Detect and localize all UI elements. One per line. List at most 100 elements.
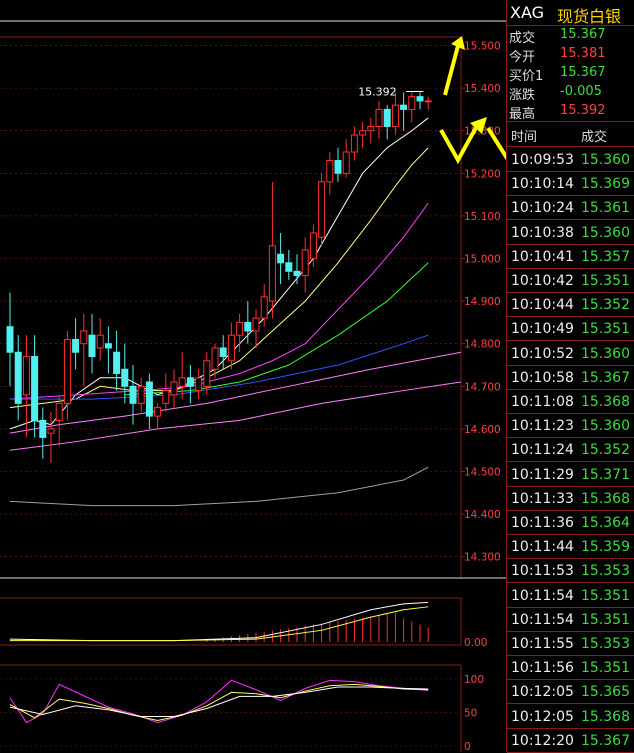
tick-price: 15.351 — [581, 273, 630, 289]
tick-price: 15.351 — [581, 587, 630, 604]
y-tick-label: 14.700 — [464, 381, 501, 393]
tick-price: 15.360 — [581, 418, 630, 435]
tick-price: 15.368 — [581, 708, 630, 725]
tick-row: 10:11:24 15.352 — [507, 438, 634, 463]
divider — [507, 146, 634, 147]
candle-body — [31, 355, 39, 421]
quote-row: 今开 15.381 — [509, 46, 633, 65]
quote-label: 最高 — [509, 107, 536, 122]
tick-time: 10:12:05 — [511, 684, 574, 701]
y-tick-label: 14.600 — [464, 424, 501, 436]
tick-time: 10:10:58 — [511, 369, 574, 386]
tick-time: 10:11:29 — [511, 466, 574, 483]
high-annotation: 15.392 — [358, 86, 397, 99]
y-tick-label: 14.300 — [464, 552, 501, 564]
candle-body — [359, 130, 367, 136]
tick-price: 15.369 — [581, 176, 630, 193]
quote-label: 买价1 — [509, 69, 544, 84]
quote-value: 15.367 — [560, 27, 606, 42]
quote-row: 买价1 15.367 — [509, 65, 633, 84]
candle-body — [350, 134, 358, 153]
candle-body — [88, 334, 96, 357]
tick-price: 15.360 — [581, 152, 630, 168]
candle-body — [129, 385, 137, 404]
tick-row: 10:11:56 15.351 — [507, 656, 634, 681]
tick-price: 15.359 — [581, 539, 630, 556]
tick-row: 10:11:53 15.353 — [507, 559, 634, 584]
candle-body — [260, 296, 268, 319]
quote-value: -0.005 — [560, 84, 602, 99]
tick-row: 10:10:52 15.360 — [507, 342, 634, 367]
ma-line — [124, 262, 429, 396]
ticks-header-price: 成交 — [581, 130, 608, 145]
y-tick-label: 14.400 — [464, 509, 501, 521]
candle-body — [227, 334, 235, 362]
tick-time: 10:11:08 — [511, 394, 574, 410]
tick-time: 10:11:44 — [511, 539, 574, 556]
tick-row: 10:11:23 15.360 — [507, 414, 634, 439]
tick-row: 10:10:44 15.352 — [507, 293, 634, 318]
tick-time: 10:11:36 — [511, 515, 574, 531]
tick-row: 10:10:24 15.361 — [507, 196, 634, 221]
candle-body — [285, 262, 293, 272]
tick-price: 15.360 — [581, 345, 630, 362]
tick-price: 15.367 — [581, 369, 630, 386]
instrument-header: XAG 现货白银 — [507, 0, 634, 26]
ma-line — [9, 147, 429, 409]
tick-price: 15.352 — [581, 442, 630, 459]
tick-price: 15.367 — [581, 732, 630, 749]
candle-body — [80, 330, 88, 345]
candle-body — [14, 351, 22, 404]
tick-price: 15.368 — [581, 394, 630, 410]
tick-price: 15.353 — [581, 636, 630, 652]
candle-body — [6, 326, 14, 353]
candle-body — [121, 368, 129, 387]
symbol-code: XAG — [510, 3, 545, 22]
tick-row: 10:10:41 15.357 — [507, 245, 634, 270]
tick-time: 10:11:53 — [511, 563, 574, 580]
ticks-header: 时间 成交 — [507, 122, 634, 146]
kdj-line — [9, 683, 429, 722]
tick-row: 10:11:54 15.351 — [507, 584, 634, 609]
candle-body — [375, 108, 383, 127]
tick-time: 10:10:24 — [511, 200, 574, 217]
candle-body — [367, 125, 375, 132]
candle-body — [400, 104, 408, 110]
candle-body — [219, 347, 227, 357]
y-tick-label: 15.200 — [464, 168, 501, 180]
y-tick-label: 50 — [464, 708, 477, 720]
quote-sidebar: XAG 现货白银 成交 15.367 今开 15.381 买价1 15.367 涨跌 -0.0… — [506, 0, 634, 753]
candle-body — [195, 377, 203, 392]
candle-body — [383, 108, 391, 127]
candle-body — [252, 317, 260, 332]
candle-body — [318, 181, 326, 238]
tick-price: 15.351 — [581, 660, 630, 677]
ticks-header-time: 时间 — [511, 130, 538, 145]
y-tick-label: 15.500 — [464, 41, 501, 53]
tick-row: 10:11:55 15.353 — [507, 632, 634, 657]
tick-time: 10:11:24 — [511, 442, 574, 459]
quote-label: 涨跌 — [509, 88, 536, 103]
tick-time: 10:11:33 — [511, 490, 574, 507]
tick-time: 10:11:54 — [511, 611, 574, 628]
tick-row: 10:11:54 15.351 — [507, 608, 634, 633]
tick-time: 10:10:38 — [511, 224, 574, 241]
y-tick-label: 0.00 — [464, 637, 487, 649]
candle-body — [416, 96, 424, 102]
tick-price: 15.360 — [581, 224, 630, 241]
y-tick-label: 14.500 — [464, 467, 501, 479]
tick-row: 10:10:42 15.351 — [507, 269, 634, 294]
divider — [507, 25, 634, 26]
tick-price: 15.353 — [581, 563, 630, 580]
candle-body — [301, 249, 309, 277]
candle-body — [145, 381, 153, 417]
tick-row: 10:11:44 15.359 — [507, 535, 634, 560]
tick-price: 15.365 — [581, 684, 630, 701]
tick-row: 10:12:20 15.367 — [507, 729, 634, 753]
candle-body — [178, 377, 186, 387]
tick-row: 10:10:49 15.351 — [507, 317, 634, 342]
tick-row: 10:11:33 15.368 — [507, 487, 634, 512]
tick-time: 10:12:05 — [511, 708, 574, 725]
candle-body — [137, 385, 145, 404]
macd-line — [10, 606, 429, 642]
